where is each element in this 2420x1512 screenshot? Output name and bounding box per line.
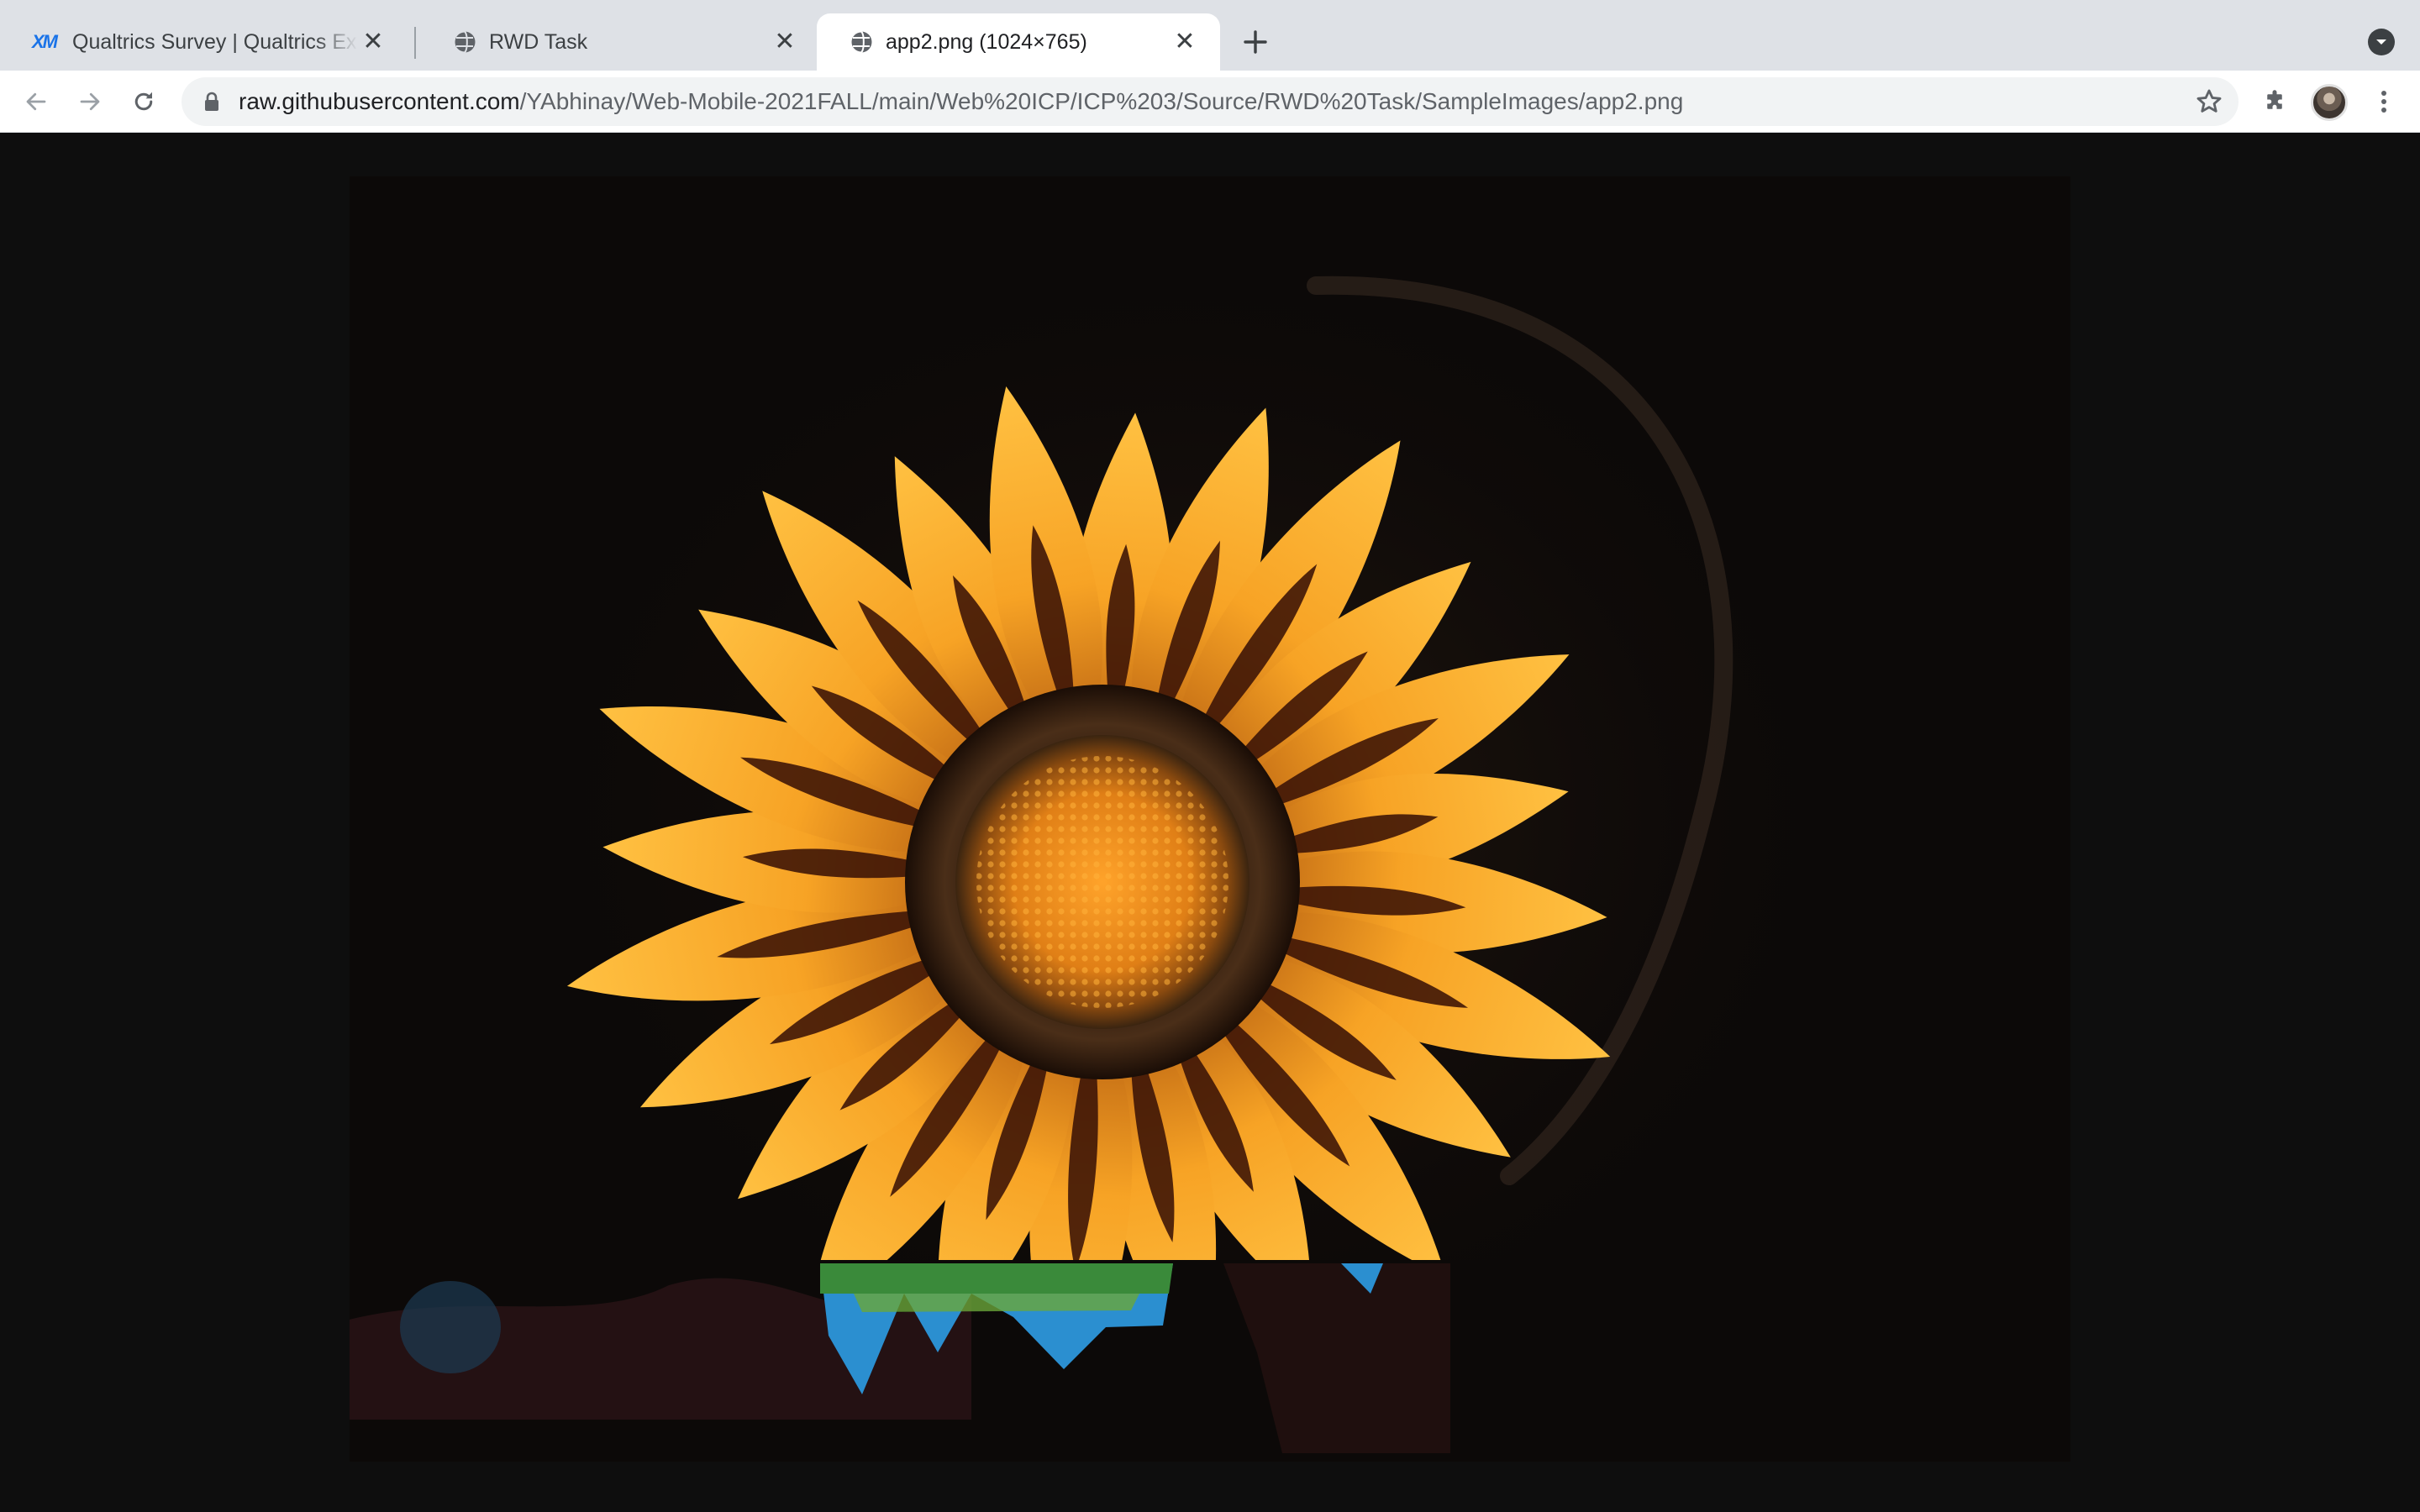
kebab-menu-icon [2381,91,2386,113]
address-bar[interactable]: raw.githubusercontent.com/YAbhinay/Web-M… [182,77,2238,126]
image-viewer [0,133,2420,1512]
qualtrics-xm-icon: XM [32,31,58,52]
flower-illustration [350,227,2070,1462]
url-path: /YAbhinay/Web-Mobile-2021FALL/main/Web%2… [519,88,1684,114]
back-arrow-icon [26,92,46,111]
tab-title: Qualtrics Survey | Qualtrics Experience … [72,29,358,54]
lock-icon[interactable] [203,92,220,112]
extensions-button[interactable] [2255,82,2294,121]
tab-title: RWD Task [489,29,588,54]
profile-avatar[interactable] [2311,84,2348,121]
reload-icon [134,92,153,111]
forward-arrow-icon [80,92,100,111]
back-button[interactable] [17,82,55,121]
close-tab-icon[interactable]: ✕ [358,27,388,57]
browser-toolbar: raw.githubusercontent.com/YAbhinay/Web-M… [0,71,2420,133]
tab-qualtrics[interactable]: XM Qualtrics Survey | Qualtrics Experien… [0,13,408,71]
new-tab-button[interactable] [1237,24,1274,60]
tab-strip: XM Qualtrics Survey | Qualtrics Experien… [0,0,2420,71]
tab-rwd-task[interactable]: RWD Task ✕ [420,13,820,71]
close-tab-icon[interactable]: ✕ [1170,27,1200,57]
puzzle-icon [2267,90,2282,109]
tab-title: app2.png (1024×765) [886,29,1087,54]
globe-icon [850,30,872,54]
tab-separator [414,27,416,59]
tab-app2-png[interactable]: app2.png (1024×765) ✕ [817,13,1220,71]
chevron-down-icon [2376,39,2386,45]
browser-menu-button[interactable] [2365,82,2403,121]
tab-search-button[interactable] [2368,29,2395,55]
url-host: raw.githubusercontent.com [239,88,520,114]
forward-button[interactable] [71,82,109,121]
reload-button[interactable] [124,82,163,121]
globe-icon [453,30,476,54]
plus-icon [1244,30,1267,54]
bookmark-star-icon[interactable] [2195,87,2223,116]
flower-image[interactable] [350,176,2070,1462]
close-tab-icon[interactable]: ✕ [770,27,800,57]
url-text[interactable]: raw.githubusercontent.com/YAbhinay/Web-M… [239,88,1683,115]
